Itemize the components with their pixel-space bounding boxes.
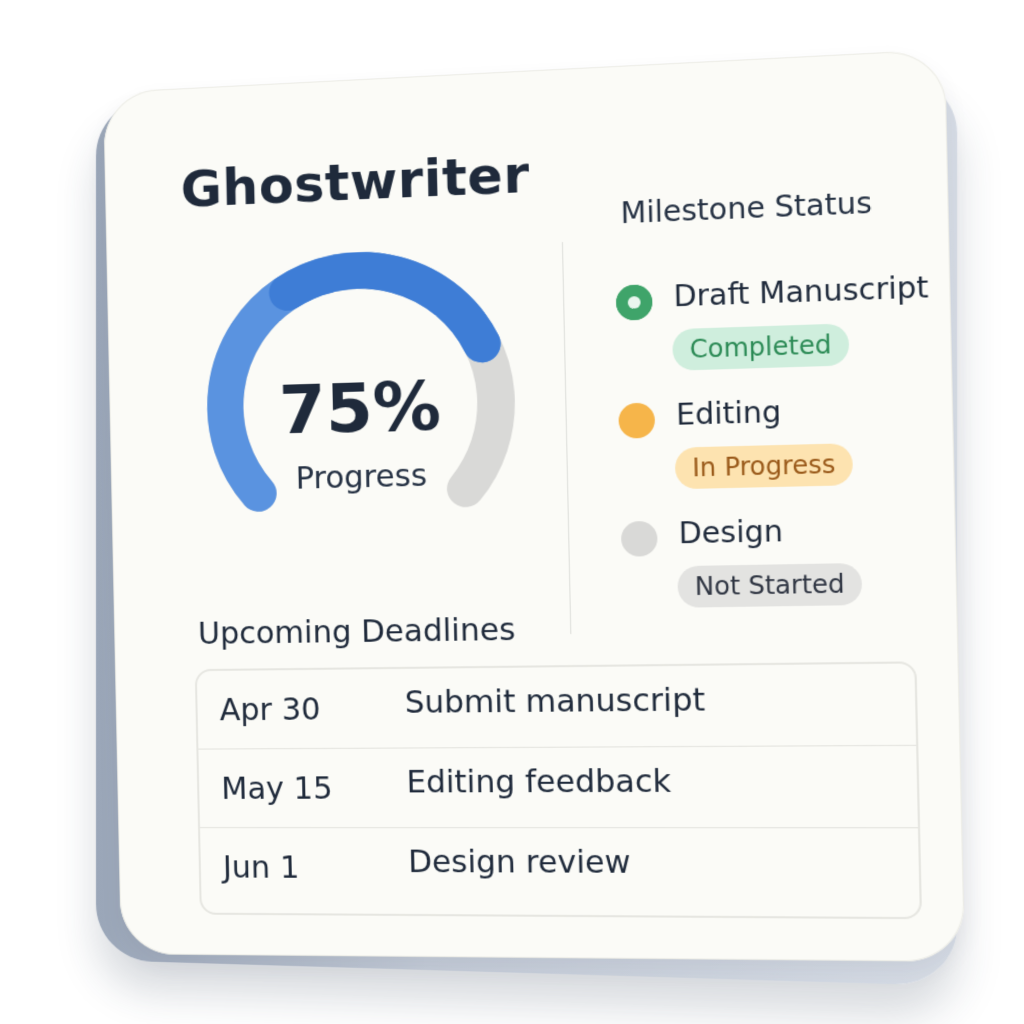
in-progress-dot-icon (618, 402, 656, 439)
status-badge: In Progress (674, 443, 854, 490)
deadline-date: Jun 1 (222, 850, 300, 886)
milestone-status-title: Milestone Status (620, 185, 873, 231)
deadline-date: Apr 30 (219, 692, 321, 729)
stage: Ghostwriter 75% Progress Milestone Statu… (0, 0, 1024, 1024)
table-row[interactable]: May 15 Editing feedback (198, 746, 918, 829)
check-circle-icon (615, 284, 653, 321)
deadline-task: Editing feedback (406, 763, 672, 801)
status-badge: Completed (672, 323, 850, 371)
not-started-dot-icon (620, 520, 658, 557)
deadlines-table: Apr 30 Submit manuscript May 15 Editing … (194, 661, 923, 920)
progress-value: 75% (278, 366, 442, 450)
table-row[interactable]: Jun 1 Design review (200, 828, 920, 911)
upcoming-deadlines-title: Upcoming Deadlines (197, 612, 516, 652)
milestone-name: Draft Manuscript (673, 269, 929, 314)
milestone-name: Design (678, 514, 784, 551)
section-divider (561, 242, 572, 635)
dashboard-card: Ghostwriter 75% Progress Milestone Statu… (103, 49, 966, 962)
status-badge: Not Started (677, 562, 863, 608)
milestone-name: Editing (675, 394, 782, 433)
deadline-date: May 15 (220, 771, 333, 807)
app-title: Ghostwriter (180, 144, 531, 220)
progress-gauge-fill-highlight (287, 266, 482, 350)
table-row[interactable]: Apr 30 Submit manuscript (197, 663, 917, 750)
deadline-task: Submit manuscript (404, 682, 706, 721)
progress-label: Progress (295, 458, 428, 497)
deadline-task: Design review (407, 844, 632, 882)
